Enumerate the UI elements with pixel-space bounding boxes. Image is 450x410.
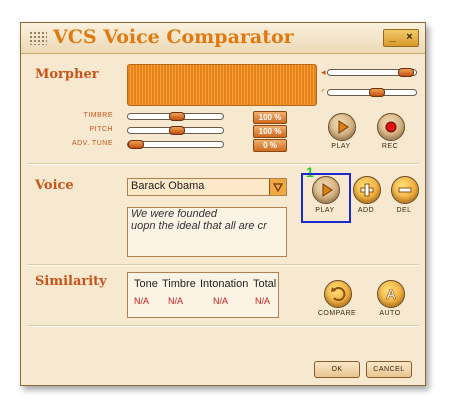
timbre-slider[interactable] [127, 112, 224, 121]
adv-tune-slider[interactable] [127, 140, 224, 149]
mic-slider[interactable] [327, 88, 417, 97]
ok-button[interactable]: OK [314, 361, 360, 378]
dropdown-arrow-icon[interactable] [269, 179, 286, 195]
compare-label: COMPARE [317, 310, 357, 317]
record-icon [385, 121, 397, 133]
volume-slider-thumb[interactable] [398, 68, 414, 77]
speaker-icon: ◂ [321, 67, 326, 77]
main-window: VCS Voice Comparator _ × Morpher ◂ ᐟ TIM… [20, 22, 426, 386]
auto-label: AUTO [379, 310, 401, 317]
voice-play-button[interactable] [312, 176, 340, 204]
record-label: REC [381, 143, 399, 150]
voice-select-value: Barack Obama [131, 180, 205, 192]
morpher-label: Morpher [35, 67, 99, 82]
record-button[interactable] [377, 113, 405, 141]
pitch-value: 100 % [253, 125, 287, 138]
adv-tune-value: 0 % [253, 139, 287, 152]
column-header: Timbre [162, 278, 196, 290]
minimize-button[interactable]: _ [384, 30, 401, 46]
tone-value: N/A [134, 296, 150, 306]
close-button[interactable]: × [401, 30, 418, 46]
pitch-slider[interactable] [127, 126, 224, 135]
cancel-button[interactable]: CANCEL [366, 361, 412, 378]
divider [27, 325, 419, 327]
auto-icon: A [386, 286, 397, 303]
pitch-slider-thumb[interactable] [169, 126, 185, 135]
text-line: uopn the ideal that all are cr [131, 220, 267, 232]
timbre-label: TIMBRE [83, 112, 113, 119]
title-bar[interactable]: VCS Voice Comparator _ × [21, 23, 425, 54]
similarity-label: Similarity [35, 274, 107, 289]
compare-icon [331, 287, 346, 301]
compare-button[interactable] [324, 280, 352, 308]
voice-select[interactable]: Barack Obama [127, 178, 287, 196]
window-controls: _ × [383, 29, 419, 47]
add-voice-button[interactable] [353, 176, 381, 204]
intonation-score: N/A [213, 296, 229, 306]
play-icon [338, 120, 349, 134]
window-title: VCS Voice Comparator [53, 26, 294, 48]
morpher-visualizer [127, 64, 317, 106]
grip-icon [29, 31, 47, 45]
timbre-value: 100 % [253, 111, 287, 124]
auto-button[interactable]: A [377, 280, 405, 308]
delete-voice-label: DEL [396, 207, 412, 214]
column-header: Tone [134, 278, 158, 290]
svg-text:A: A [386, 286, 396, 302]
volume-slider[interactable] [327, 68, 417, 77]
mic-slider-thumb[interactable] [369, 88, 385, 97]
morpher-play-button[interactable] [328, 113, 356, 141]
text-line: We were founded [131, 208, 218, 220]
column-header: Total [253, 278, 277, 290]
column-header: Intonation [200, 278, 249, 290]
adv-tune-slider-thumb[interactable] [128, 140, 144, 149]
divider [27, 264, 419, 266]
delete-voice-button[interactable] [391, 176, 419, 204]
divider [27, 163, 419, 165]
voice-label: Voice [35, 178, 74, 193]
similarity-table: Tone Timbre Intonation Total N/A N/A N/A… [127, 272, 279, 318]
plus-icon [360, 183, 374, 197]
timbre-slider-thumb[interactable] [169, 112, 185, 121]
adv-tune-label: ADV. TUNE [71, 140, 113, 147]
pitch-label: PITCH [89, 126, 113, 133]
play-icon [322, 183, 333, 197]
morpher-play-label: PLAY [331, 143, 351, 150]
voice-text-input[interactable]: We were founded uopn the ideal that all … [127, 207, 287, 257]
minus-icon [398, 187, 412, 193]
title-prefix: VCS [53, 26, 97, 48]
total-score: N/A [255, 296, 271, 306]
microphone-icon: ᐟ [321, 87, 325, 97]
timbre-score: N/A [168, 296, 184, 306]
title-rest: Voice Comparator [103, 26, 294, 48]
